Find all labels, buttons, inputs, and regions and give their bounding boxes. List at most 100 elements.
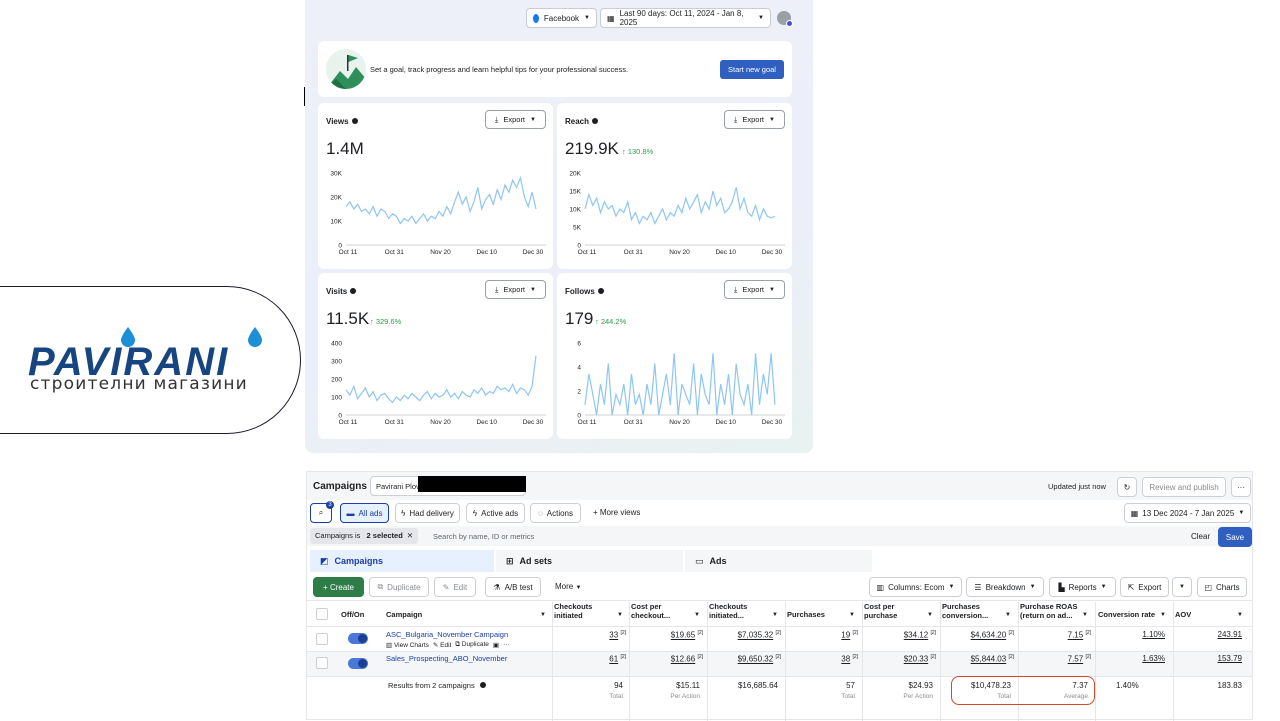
review-and-publish-button[interactable]: Review and publish [1142,477,1226,497]
x-tick-label: Dec 30 [523,249,544,256]
table-cell: 7.57 [2] [1067,654,1091,664]
tab-ad-sets[interactable]: ⊞ Ad sets [496,550,683,572]
table-cell: 1.10% [1142,630,1165,639]
campaign-toggle[interactable] [348,658,368,669]
tab-ads[interactable]: ▭ Ads [685,550,872,572]
y-tick-label: 10K [569,207,581,214]
export-dropdown[interactable]: ▼ [1172,577,1192,597]
active-ads-filter[interactable]: ϟ Active ads [466,503,525,523]
x-tick-label: Oct 11 [578,419,597,426]
export-button[interactable]: ⇱ Export [1120,577,1169,597]
refresh-button[interactable]: ↻ [1117,477,1137,497]
page-title: Campaigns [313,481,367,492]
sort-icon[interactable]: ▼ [540,612,546,618]
edit-action[interactable]: ✎ Edit [433,641,451,649]
actions-filter[interactable]: ◌ Actions [530,503,581,523]
header-campaign[interactable]: Campaign [386,610,422,619]
reports-dropdown[interactable]: ▙ Reports ▼ [1049,577,1116,597]
campaign-link[interactable]: ASC_Bulgaria_November Campaign [386,630,508,639]
header-purchases[interactable]: Purchases [787,610,825,619]
sort-icon[interactable]: ▼ [927,612,933,618]
charts-button[interactable]: ◰ Charts [1197,577,1247,597]
header-purchase-conversion-value[interactable]: Purchases conversion... [942,602,1002,620]
sort-icon[interactable]: ▼ [1237,612,1243,618]
search-input[interactable]: Search by name, ID or metrics [433,532,534,541]
table-cell: 33 [2] [609,630,626,640]
more-icon[interactable]: ··· [503,641,510,649]
chevron-down-icon: ▼ [1179,584,1185,590]
more-dropdown[interactable]: More ▼ [555,582,581,591]
sort-icon[interactable]: ▼ [617,612,623,618]
folder-icon: ▬ [346,508,355,518]
date-range-picker[interactable]: ▦ 13 Dec 2024 - 7 Jan 2025 ▼ [1124,503,1251,523]
view-charts-action[interactable]: ▥ View Charts [386,641,429,649]
chart-icon: ◰ [1204,582,1212,592]
y-tick-label: 6 [577,341,581,348]
date-range-selector[interactable]: ▦ Last 90 days: Oct 11, 2024 - Jan 8, 20… [600,8,771,28]
header-checkouts-value[interactable]: Checkouts initiated... [709,602,769,620]
select-all-checkbox[interactable] [316,608,328,620]
reports-icon: ▙ [1058,582,1065,592]
metric-card-reach: Reach ⤓ Export ▼ 219.9K ↑ 130.8% 20K 15K 10K… [557,103,792,269]
close-icon[interactable]: ✕ [407,531,413,541]
sort-icon[interactable]: ▼ [694,612,700,618]
row-actions: ▥ View Charts ✎ Edit ⧉ Duplicate ▣ ··· [386,641,510,649]
ab-test-button[interactable]: ⚗ A/B test [485,577,541,597]
more-options-button[interactable]: ··· [1231,477,1251,497]
campaign-link[interactable]: Sales_Prospecting_ABO_November [386,654,507,663]
header-aov[interactable]: AOV [1175,610,1191,619]
header-checkouts-initiated[interactable]: Checkouts initiated [554,602,614,620]
insights-panel: Facebook ▼ ▦ Last 90 days: Oct 11, 2024 … [305,0,813,453]
x-tick-label: Dec 10 [476,249,497,256]
x-tick-label: Dec 10 [476,419,497,426]
clear-button[interactable]: Clear [1191,532,1210,541]
start-new-goal-button[interactable]: Start new goal [720,60,784,79]
create-button[interactable]: + Create [313,577,364,597]
reach-line-chart: 20K15K10K5K0Oct 11 Oct 31 Nov 20 Dec 10 Dec … [569,171,785,256]
columns-dropdown[interactable]: ▥ Columns: Ecom ▼ [869,577,962,597]
sort-icon[interactable]: ▼ [1005,612,1011,618]
info-icon [479,682,486,688]
row-checkbox[interactable] [316,657,328,669]
header-cost-per-purchase[interactable]: Cost per purchase [864,602,924,620]
sort-icon[interactable]: ▼ [772,612,778,618]
export-button[interactable]: ⤓ Export ▼ [485,280,546,299]
all-ads-filter[interactable]: ▬ All ads [340,503,389,523]
metric-title: Follows [565,287,604,296]
duplicate-action[interactable]: ⧉ Duplicate [455,641,489,649]
download-icon: ⤓ [734,114,738,124]
edit-button[interactable]: ✎ Edit [434,577,476,597]
series-line [584,353,776,416]
header-purchase-roas[interactable]: Purchase ROAS (return on ad... [1020,602,1088,620]
visits-line-chart: 4003002001000Oct 11 Oct 31 Nov 20 Dec 10 Dec… [331,341,546,426]
export-button[interactable]: ⤓ Export ▼ [724,110,785,129]
download-icon: ⤓ [734,284,738,294]
goal-text: Set a goal, track progress and learn hel… [370,65,629,74]
export-button[interactable]: ⤓ Export ▼ [724,280,785,299]
breakdown-dropdown[interactable]: ☰ Breakdown ▼ [966,577,1044,597]
save-button[interactable]: Save [1218,527,1252,547]
filter-chip[interactable]: Campaigns is 2 selected ✕ [310,528,419,544]
tab-campaigns[interactable]: ◩ Campaigns [310,550,494,572]
row-checkbox[interactable] [316,633,328,645]
breakdown-icon: ☰ [974,582,982,592]
metric-card-follows: Follows ⤓ Export ▼ 179 ↑ 244.2% 6 4 2 0 Oct 11… [557,273,792,439]
header-conversion-rate[interactable]: Conversion rate [1098,610,1155,619]
more-views-link[interactable]: + More views [593,508,640,517]
redacted-block [418,476,526,492]
pin-icon[interactable]: ▣ [493,641,499,649]
campaign-toggle[interactable] [348,633,368,644]
had-delivery-filter[interactable]: ϟ Had delivery [395,503,460,523]
series-line [345,175,537,225]
sort-icon[interactable]: ▼ [849,612,855,618]
export-button[interactable]: ⤓ Export ▼ [485,110,546,129]
water-drop-icon [248,327,262,347]
sort-icon[interactable]: ▼ [1160,612,1166,618]
series-line [345,355,537,404]
x-tick-label: Oct 11 [578,249,597,256]
duplicate-button[interactable]: ⧉ Duplicate [369,577,429,597]
sort-icon[interactable]: ▼ [1082,612,1088,618]
header-cost-per-checkout[interactable]: Cost per checkout... [631,602,691,620]
table-cell: 7.15 [2] [1067,630,1091,640]
platform-selector[interactable]: Facebook ▼ [526,8,597,28]
